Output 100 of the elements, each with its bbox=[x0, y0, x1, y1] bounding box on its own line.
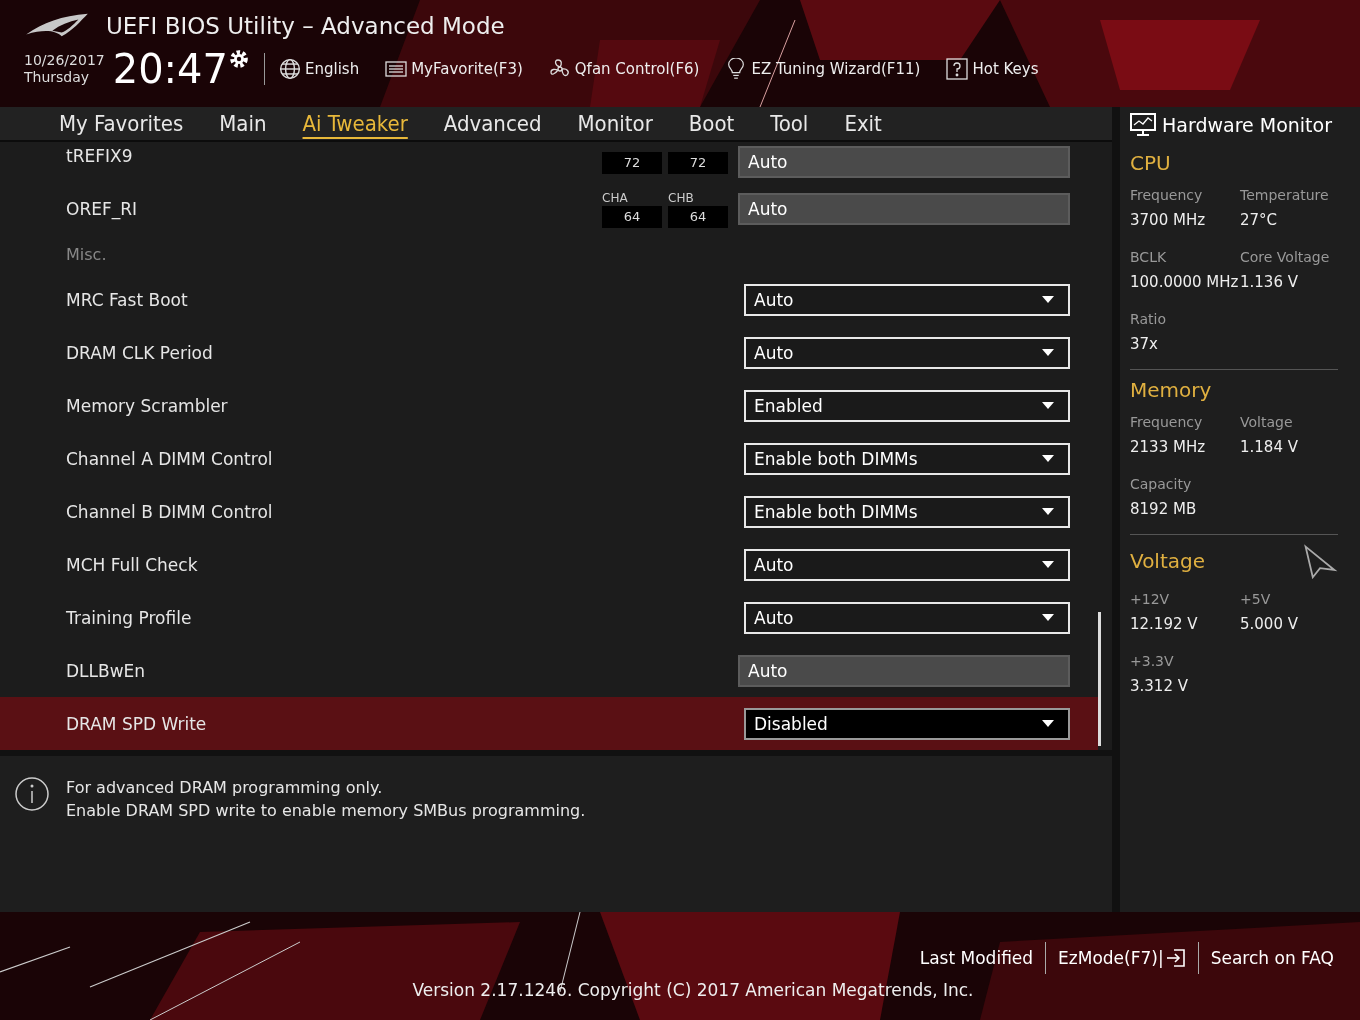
menu-tab[interactable]: Monitor bbox=[564, 109, 666, 139]
metric-value: 27°C bbox=[1240, 211, 1279, 229]
caret-icon bbox=[1042, 508, 1054, 516]
dropdown[interactable]: Auto bbox=[744, 283, 1070, 316]
toolbar-button[interactable]: English bbox=[279, 58, 360, 80]
caret-icon bbox=[1042, 402, 1054, 410]
dropdown[interactable]: Enable both DIMMs bbox=[744, 442, 1070, 475]
metric-label: Temperature bbox=[1240, 187, 1330, 203]
setting-label: DRAM CLK Period bbox=[66, 342, 214, 363]
menu-tab[interactable]: Tool bbox=[757, 109, 822, 139]
caret-icon bbox=[1042, 561, 1054, 569]
footer-link[interactable]: Search on FAQ bbox=[1198, 948, 1346, 968]
setting-row[interactable]: OREF_RI CHA 64 CHB 64 Auto bbox=[0, 182, 1098, 236]
toolbar-button[interactable]: EZ Tuning Wizard(F11) bbox=[725, 58, 921, 80]
section-title: Memory bbox=[1130, 378, 1212, 402]
metric-value: 12.192 V bbox=[1130, 615, 1199, 633]
exit-icon bbox=[1165, 948, 1186, 968]
caret-icon bbox=[1042, 720, 1054, 728]
toolbar-button[interactable]: Hot Keys bbox=[946, 58, 1039, 80]
dropdown[interactable]: Auto bbox=[744, 601, 1070, 634]
menu-tab[interactable]: Main bbox=[206, 109, 280, 139]
value-field: Auto bbox=[738, 654, 1070, 687]
menu-tab[interactable]: My Favorites bbox=[46, 109, 197, 139]
value-field: Auto bbox=[738, 192, 1070, 225]
list-icon bbox=[385, 58, 408, 80]
value-field: Auto bbox=[738, 146, 1070, 179]
channel-label: CHB bbox=[668, 189, 695, 206]
metric-label: Core Voltage bbox=[1240, 249, 1331, 265]
help-icon bbox=[946, 58, 969, 80]
menu-tab[interactable]: Exit bbox=[831, 109, 895, 139]
help-text: Enable DRAM SPD write to enable memory SMBus programming. bbox=[66, 800, 586, 823]
channel-value: 72 bbox=[668, 152, 728, 175]
metric-label: Frequency bbox=[1130, 414, 1204, 430]
help-text: For advanced DRAM programming only. bbox=[66, 777, 384, 800]
metric-value: 5.000 V bbox=[1240, 615, 1299, 633]
footer-link[interactable]: Last Modified bbox=[907, 948, 1046, 968]
info-icon bbox=[14, 776, 50, 813]
channel-value: 64 bbox=[602, 205, 662, 228]
menu-tab[interactable]: Boot bbox=[675, 109, 748, 139]
metric-value: 1.184 V bbox=[1240, 438, 1299, 456]
caret-icon bbox=[1042, 614, 1054, 622]
setting-label: Training Profile bbox=[66, 607, 193, 628]
setting-label: MRC Fast Boot bbox=[66, 289, 189, 310]
dropdown[interactable]: Auto bbox=[744, 548, 1070, 581]
menu-tab[interactable]: Ai Tweaker bbox=[289, 109, 421, 139]
setting-row[interactable]: Memory Scrambler Enabled bbox=[0, 379, 1098, 433]
setting-label: Channel B DIMM Control bbox=[66, 501, 274, 522]
section-title: Voltage bbox=[1130, 549, 1206, 573]
setting-row[interactable]: Training Profile Auto bbox=[0, 591, 1098, 645]
metric-value: 37x bbox=[1130, 335, 1159, 353]
metric-label: Frequency bbox=[1130, 187, 1204, 203]
setting-row[interactable]: Channel A DIMM Control Enable both DIMMs bbox=[0, 432, 1098, 486]
cursor-icon bbox=[1302, 543, 1338, 579]
setting-label: Channel A DIMM Control bbox=[66, 448, 274, 469]
metric-value: 8192 MB bbox=[1130, 500, 1198, 518]
setting-label: OREF_RI bbox=[66, 198, 139, 219]
channel-label: CHA bbox=[602, 189, 629, 206]
setting-row[interactable]: MCH Full Check Auto bbox=[0, 538, 1098, 592]
setting-row[interactable]: Channel B DIMM Control Enable both DIMMs bbox=[0, 485, 1098, 539]
metric-label: +12V bbox=[1130, 591, 1171, 607]
toolbar-button[interactable]: Qfan Control(F6) bbox=[548, 58, 700, 80]
window-title: UEFI BIOS Utility – Advanced Mode bbox=[106, 13, 505, 39]
menu-tab[interactable]: Advanced bbox=[430, 109, 555, 139]
metric-value: 3.312 V bbox=[1130, 677, 1189, 695]
setting-label: tREFIX9 bbox=[66, 146, 134, 167]
setting-label: MCH Full Check bbox=[66, 554, 199, 575]
metric-label: Ratio bbox=[1130, 311, 1167, 327]
footer-link[interactable]: EzMode(F7)| bbox=[1046, 948, 1198, 968]
channel-value: 64 bbox=[668, 205, 728, 228]
metric-label: BCLK bbox=[1130, 249, 1168, 265]
caret-icon bbox=[1042, 349, 1054, 357]
scrollbar-thumb[interactable] bbox=[1098, 612, 1101, 747]
setting-row[interactable]: DRAM CLK Period Auto bbox=[0, 326, 1098, 380]
dropdown[interactable]: Enable both DIMMs bbox=[744, 495, 1070, 528]
panel-title: Hardware Monitor bbox=[1162, 114, 1332, 136]
dropdown[interactable]: Enabled bbox=[744, 389, 1070, 422]
metric-label: +3.3V bbox=[1130, 653, 1175, 669]
caret-icon bbox=[1042, 296, 1054, 304]
metric-label: +5V bbox=[1240, 591, 1272, 607]
setting-label: DLLBwEn bbox=[66, 660, 147, 681]
metric-value: 2133 MHz bbox=[1130, 438, 1207, 456]
version-text: Version 2.17.1246. Copyright (C) 2017 American Megatrends, Inc. bbox=[412, 980, 974, 1000]
setting-row[interactable]: tREFIX9 72 72 Auto bbox=[0, 146, 1098, 183]
date-text: 10/26/2017 bbox=[24, 52, 105, 69]
toolbar-button[interactable]: MyFavorite(F3) bbox=[385, 58, 523, 80]
globe-icon bbox=[279, 58, 301, 80]
caret-icon bbox=[1042, 455, 1054, 463]
clock-time: 20:47 bbox=[112, 46, 228, 92]
selected-setting-row[interactable]: DRAM SPD Write Disabled bbox=[0, 697, 1098, 751]
settings-icon[interactable] bbox=[228, 48, 250, 70]
monitor-icon bbox=[1130, 113, 1156, 137]
setting-label: Memory Scrambler bbox=[66, 395, 229, 416]
setting-label: DRAM SPD Write bbox=[66, 713, 208, 734]
metric-label: Voltage bbox=[1240, 414, 1294, 430]
dropdown[interactable]: Disabled bbox=[744, 707, 1070, 740]
setting-row[interactable]: DLLBwEn Auto bbox=[0, 644, 1098, 698]
dropdown[interactable]: Auto bbox=[744, 336, 1070, 369]
metric-value: 3700 MHz bbox=[1130, 211, 1207, 229]
metric-label: Capacity bbox=[1130, 476, 1193, 492]
setting-row[interactable]: MRC Fast Boot Auto bbox=[0, 273, 1098, 327]
